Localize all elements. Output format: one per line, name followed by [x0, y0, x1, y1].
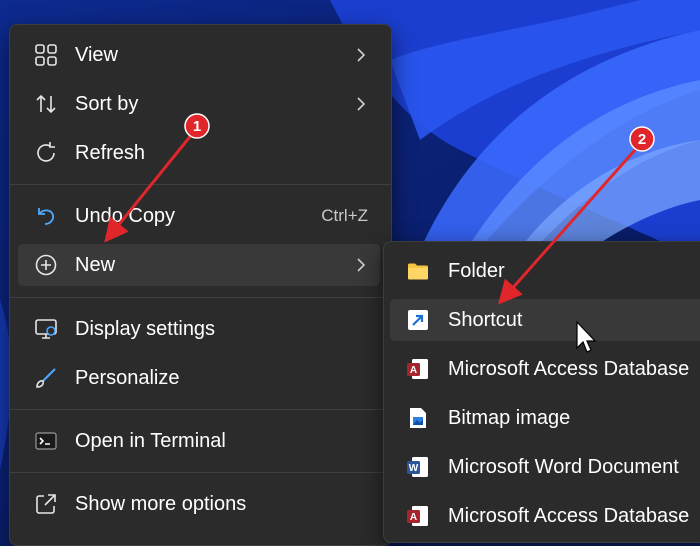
submenu-item-label: Folder [448, 260, 505, 282]
menu-item-display-settings[interactable]: Display settings [18, 308, 380, 350]
menu-divider [10, 409, 391, 410]
menu-item-label: View [75, 44, 118, 66]
chevron-right-icon [357, 48, 366, 62]
menu-item-label: Show more options [75, 493, 247, 515]
menu-item-label: Display settings [75, 318, 216, 340]
submenu-item-label: Bitmap image [448, 407, 571, 429]
folder-icon [408, 263, 428, 280]
menu-item-personalize[interactable]: Personalize [18, 357, 380, 399]
svg-text:W: W [409, 463, 419, 474]
grid-icon [35, 44, 57, 66]
submenu-item-label: Microsoft Access Database [448, 505, 690, 527]
submenu-item-label: Microsoft Word Document [448, 456, 679, 478]
menu-divider [10, 297, 391, 298]
access-icon: A [407, 506, 428, 526]
chevron-right-icon [357, 97, 366, 111]
menu-item-show-more-options[interactable]: Show more options [18, 483, 380, 525]
shortcut-icon [408, 310, 428, 330]
menu-item-new[interactable]: New [18, 244, 380, 286]
menu-item-label: Sort by [75, 93, 139, 115]
menu-item-label: Refresh [75, 142, 146, 164]
svg-text:A: A [410, 512, 417, 523]
menu-item-label: Open in Terminal [75, 430, 226, 452]
menu-item-label: Undo Copy [75, 205, 176, 227]
submenu-item-access-database[interactable]: A Microsoft Access Database [390, 348, 700, 390]
undo-icon [38, 208, 55, 225]
menu-item-undo-copy[interactable]: Undo Copy Ctrl+Z [18, 195, 380, 237]
sort-arrows-icon [36, 94, 56, 114]
submenu-item-shortcut[interactable]: Shortcut [390, 299, 700, 341]
menu-divider [10, 184, 391, 185]
submenu-item-bitmap-image[interactable]: Bitmap image [390, 397, 700, 439]
menu-item-refresh[interactable]: Refresh [18, 132, 380, 174]
svg-text:A: A [410, 365, 417, 376]
menu-divider [10, 472, 391, 473]
brush-icon [36, 368, 56, 388]
new-submenu: Folder Shortcut A Microsoft Access Datab… [383, 241, 700, 543]
submenu-item-access-database[interactable]: A Microsoft Access Database [390, 495, 700, 537]
shortcut-hint: Ctrl+Z [321, 206, 368, 225]
access-icon: A [407, 359, 428, 379]
menu-item-label: Personalize [75, 367, 180, 389]
display-icon [35, 319, 57, 339]
menu-item-sort-by[interactable]: Sort by [18, 83, 380, 125]
menu-item-open-in-terminal[interactable]: Open in Terminal [18, 420, 380, 462]
desktop-context-menu: View Sort by Refresh Undo Copy Ctrl+Z Ne… [9, 24, 392, 546]
submenu-item-word-document[interactable]: W Microsoft Word Document [390, 446, 700, 488]
refresh-icon [37, 142, 55, 162]
bitmap-icon [410, 408, 426, 428]
external-link-icon [36, 494, 56, 514]
submenu-item-label: Microsoft Access Database [448, 358, 690, 380]
submenu-item-folder[interactable]: Folder [390, 250, 700, 292]
plus-circle-icon [35, 254, 57, 276]
terminal-icon [35, 432, 57, 450]
submenu-item-label: Shortcut [448, 309, 523, 331]
menu-item-view[interactable]: View [18, 34, 380, 76]
word-icon: W [407, 457, 428, 477]
chevron-right-icon [357, 258, 366, 272]
menu-item-label: New [75, 254, 116, 276]
